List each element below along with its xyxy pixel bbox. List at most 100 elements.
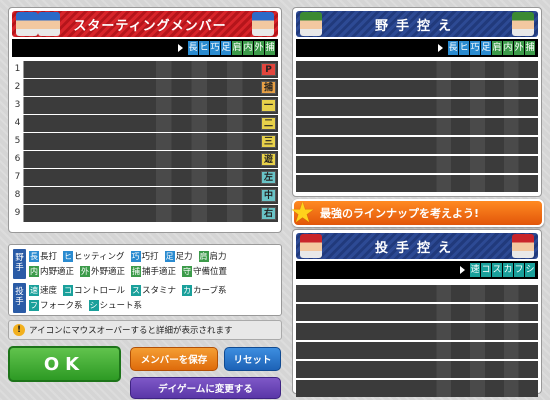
lineup-slot-body (24, 61, 278, 78)
position-badge: 左 (261, 171, 276, 184)
reset-button[interactable]: リセット (224, 347, 281, 371)
ability-sort-icon[interactable]: 肩 (492, 41, 502, 55)
legend-item: 長長打 (29, 250, 57, 262)
ability-sort-icon[interactable]: 足 (221, 41, 231, 55)
batting-order-number: 4 (12, 115, 24, 132)
lineup-slot[interactable]: 4二 (12, 115, 278, 132)
ability-icon: 捕 (131, 265, 142, 277)
legend-row: フフォーク系シシュート系 (29, 299, 145, 311)
ability-sort-icon[interactable]: 長 (448, 41, 458, 55)
ability-legend: 野手 投手 長長打ヒヒッティング巧巧打足足力肩肩力内内野適正外外野適正捕捕手適正… (8, 244, 282, 316)
lineup-slot-body (24, 133, 278, 150)
legend-item: 守守備位置 (182, 265, 227, 277)
lineup-slot-body (24, 205, 278, 222)
ability-icon: 巧 (130, 250, 141, 262)
ability-sort-icon[interactable]: ス (492, 263, 502, 277)
player-avatar-icon (300, 234, 322, 258)
bench-slot[interactable] (296, 175, 538, 192)
starting-members-header: スターティングメンバー (12, 11, 278, 37)
legend-item: 速速度 (29, 284, 57, 296)
ability-sort-icon[interactable]: 足 (481, 41, 491, 55)
ability-sort-icon[interactable]: 内 (503, 41, 513, 55)
ability-sort-icon[interactable]: コ (481, 263, 491, 277)
ability-icon: 外 (80, 265, 91, 277)
ability-sort-icon[interactable]: 外 (514, 41, 524, 55)
ability-sort-icon[interactable]: 巧 (470, 41, 480, 55)
lineup-slot[interactable]: 2捕 (12, 79, 278, 96)
ability-sort-icon[interactable]: ヒ (199, 41, 209, 55)
legend-item: フフォーク系 (29, 299, 83, 311)
bench-slot[interactable] (296, 361, 538, 378)
ability-sort-icon[interactable]: 内 (243, 41, 253, 55)
bench-slot[interactable] (296, 118, 538, 135)
legend-item: ススタミナ (131, 284, 176, 296)
legend-row: 内内野適正外外野適正捕捕手適正守守備位置 (29, 265, 230, 277)
ability-sort-icon[interactable]: フ (514, 263, 524, 277)
legend-item: 巧巧打 (130, 250, 159, 262)
bench-slot[interactable] (296, 323, 538, 340)
position-badge: P (261, 63, 276, 76)
bench-slot[interactable] (296, 342, 538, 359)
hover-notice: ! アイコンにマウスオーバーすると詳細が表示されます (8, 320, 282, 340)
ability-sort-icon[interactable]: 捕 (525, 41, 535, 55)
ability-sort-icon[interactable]: 速 (470, 263, 480, 277)
ability-icon: フ (29, 299, 39, 311)
fielders-bench-panel: 野手控え 長ヒ巧足肩内外捕 (292, 7, 542, 197)
batting-order-number: 1 (12, 61, 24, 78)
bench-slot[interactable] (296, 99, 538, 116)
ability-sort-icon[interactable]: 外 (254, 41, 264, 55)
fielder-ability-header: 長ヒ巧足肩内外捕 (296, 39, 538, 57)
ability-sort-icon[interactable]: 巧 (210, 41, 220, 55)
ok-button[interactable]: OK (8, 346, 121, 382)
lineup-slot[interactable]: 7左 (12, 169, 278, 186)
bench-slot[interactable] (296, 61, 538, 78)
lineup-slot[interactable]: 8中 (12, 187, 278, 204)
pitcher-ability-header: 速コスカフシ (296, 261, 538, 279)
legend-label: シュート系 (99, 301, 143, 311)
batting-order-number: 5 (12, 133, 24, 150)
sort-arrow-icon (438, 44, 443, 52)
ability-icon: 内 (29, 265, 39, 277)
position-badge: 遊 (261, 153, 276, 166)
lineup-slot-body (24, 97, 278, 114)
lineup-slot-body (24, 151, 278, 168)
bench-slot[interactable] (296, 304, 538, 321)
ability-sort-icon[interactable]: カ (503, 263, 513, 277)
bench-slot[interactable] (296, 285, 538, 302)
player-avatar-icon (252, 12, 274, 36)
lineup-banner: ★ 最強のラインナップを考えよう! (290, 196, 544, 229)
bench-slot[interactable] (296, 380, 538, 397)
lineup-slot-body (24, 79, 278, 96)
ability-sort-icon[interactable]: ヒ (459, 41, 469, 55)
star-icon: ★ (290, 196, 316, 229)
lineup-slot[interactable]: 5三 (12, 133, 278, 150)
legend-item: ココントロール (63, 284, 125, 296)
pitchers-bench-header: 投手控え (296, 233, 538, 259)
ability-sort-icon[interactable]: シ (525, 263, 535, 277)
bench-slot[interactable] (296, 137, 538, 154)
ability-sort-icon[interactable]: 長 (188, 41, 198, 55)
lineup-slot[interactable]: 3一 (12, 97, 278, 114)
ability-icon: カ (182, 284, 193, 296)
position-badge: 中 (261, 189, 276, 202)
legend-item: シシュート系 (88, 299, 143, 311)
legend-label: 守備位置 (193, 267, 228, 277)
lineup-slot[interactable]: 9右 (12, 205, 278, 222)
fielders-bench-list (296, 61, 538, 194)
sort-arrow-icon (460, 266, 465, 274)
batting-order-number: 3 (12, 97, 24, 114)
lineup-slot[interactable]: 6遊 (12, 151, 278, 168)
ability-sort-icon[interactable]: 肩 (232, 41, 242, 55)
legend-label: カーブ系 (193, 286, 227, 296)
pitchers-bench-title: 投手控え (374, 240, 459, 256)
save-members-button[interactable]: メンバーを保存 (130, 347, 218, 371)
player-avatar-icon (512, 12, 534, 36)
bench-slot[interactable] (296, 156, 538, 173)
legend-item: ヒヒッティング (63, 250, 125, 262)
day-game-button[interactable]: デイゲームに変更する (130, 377, 281, 399)
bench-slot[interactable] (296, 80, 538, 97)
lineup-slot[interactable]: 1P (12, 61, 278, 78)
ability-sort-icon[interactable]: 捕 (265, 41, 275, 55)
legend-label: ヒッティング (74, 252, 125, 262)
batting-order-number: 7 (12, 169, 24, 186)
